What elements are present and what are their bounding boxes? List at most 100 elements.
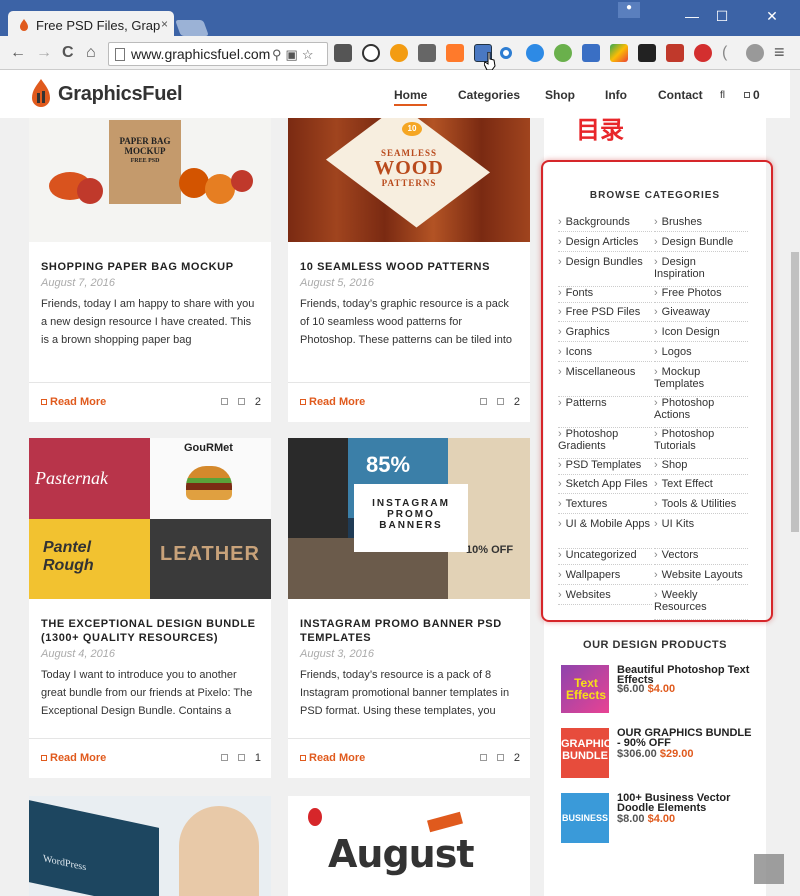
- category-link[interactable]: PSD Templates: [558, 459, 652, 475]
- extension-icon[interactable]: [390, 44, 408, 62]
- read-more-link[interactable]: Read More: [41, 752, 106, 764]
- extension-icon[interactable]: [526, 44, 544, 62]
- post-title[interactable]: SHOPPING PAPER BAG MOCKUP: [29, 260, 271, 274]
- category-link[interactable]: Text Effect: [654, 478, 748, 494]
- site-logo[interactable]: GraphicsFuel: [30, 79, 183, 109]
- cart-button[interactable]: 0: [744, 88, 760, 102]
- category-link[interactable]: Weekly Resources: [654, 589, 748, 620]
- product-name[interactable]: OUR GRAPHICS BUNDLE - 90% OFF: [617, 728, 757, 749]
- search-toggle-icon[interactable]: fl: [720, 90, 725, 101]
- read-more-link[interactable]: Read More: [300, 752, 365, 764]
- product-thumbnail[interactable]: GRAPHIC BUNDLE: [561, 728, 612, 778]
- category-link[interactable]: Giveaway: [654, 306, 748, 322]
- extension-icon[interactable]: (: [722, 44, 740, 62]
- category-link[interactable]: Website Layouts: [654, 569, 748, 585]
- extension-icon[interactable]: [554, 44, 572, 62]
- comment-count[interactable]: 2: [479, 396, 520, 408]
- user-profile-icon[interactable]: ●: [618, 2, 640, 18]
- extension-icon[interactable]: [418, 44, 436, 62]
- post-image[interactable]: 85% 10% OFF INSTAGRAM PROMO BANNERS: [288, 438, 530, 599]
- window-close-button[interactable]: ✕: [752, 2, 792, 30]
- category-link[interactable]: Design Bundles: [558, 256, 652, 287]
- product-thumbnail[interactable]: BUSINESS: [561, 793, 609, 843]
- translate-icon[interactable]: ▣: [286, 47, 298, 63]
- category-link[interactable]: UI & Mobile Apps: [558, 518, 652, 549]
- category-link[interactable]: Fonts: [558, 287, 652, 303]
- category-link[interactable]: UI Kits: [654, 518, 748, 549]
- nav-categories[interactable]: Categories: [458, 88, 520, 102]
- category-link[interactable]: Icons: [558, 346, 652, 362]
- category-link[interactable]: Photoshop Tutorials: [654, 428, 748, 459]
- new-tab-button[interactable]: [175, 20, 209, 36]
- post-image[interactable]: PAPER BAG MOCKUP FREE PSD: [29, 118, 271, 242]
- power-extension-icon[interactable]: [362, 44, 380, 62]
- post-title[interactable]: 10 SEAMLESS WOOD PATTERNS: [288, 260, 530, 274]
- back-button[interactable]: ←: [10, 44, 26, 62]
- scrollbar-thumb[interactable]: [791, 252, 799, 532]
- browser-menu-icon[interactable]: ≡: [774, 42, 785, 63]
- category-link[interactable]: Textures: [558, 498, 652, 514]
- extension-icon[interactable]: [500, 47, 512, 59]
- category-link[interactable]: Sketch App Files: [558, 478, 652, 494]
- category-link[interactable]: Free Photos: [654, 287, 748, 303]
- comment-count[interactable]: 1: [220, 752, 261, 764]
- product-thumbnail[interactable]: Text Effects: [561, 665, 609, 713]
- category-link[interactable]: Backgrounds: [558, 216, 652, 232]
- pdf-extension-icon[interactable]: [666, 44, 684, 62]
- read-more-link[interactable]: Read More: [41, 396, 106, 408]
- category-link[interactable]: Brushes: [654, 216, 748, 232]
- post-title[interactable]: THE EXCEPTIONAL DESIGN BUNDLE (1300+ QUA…: [29, 617, 271, 645]
- product-item[interactable]: BUSINESS 100+ Business Vector Doodle Ele…: [561, 793, 761, 843]
- nav-home[interactable]: Home: [394, 88, 428, 106]
- category-link[interactable]: Free PSD Files: [558, 306, 652, 322]
- category-link[interactable]: Photoshop Gradients: [558, 428, 652, 459]
- category-link[interactable]: Design Bundle: [654, 236, 748, 252]
- category-link[interactable]: Patterns: [558, 397, 652, 428]
- product-item[interactable]: Text Effects Beautiful Photoshop Text Ef…: [561, 665, 761, 713]
- product-item[interactable]: GRAPHIC BUNDLE OUR GRAPHICS BUNDLE - 90%…: [561, 728, 761, 778]
- post-image[interactable]: WordPress: [29, 796, 271, 896]
- category-link[interactable]: Vectors: [654, 549, 748, 565]
- nav-shop[interactable]: Shop: [545, 88, 575, 102]
- category-link[interactable]: Miscellaneous: [558, 366, 652, 397]
- nav-info[interactable]: Info: [605, 88, 627, 102]
- read-more-link[interactable]: Read More: [300, 396, 365, 408]
- comment-count[interactable]: 2: [479, 752, 520, 764]
- maps-extension-icon[interactable]: [610, 44, 628, 62]
- nav-contact[interactable]: Contact: [658, 88, 703, 102]
- extension-icon[interactable]: [446, 44, 464, 62]
- tab-close-icon[interactable]: ×: [161, 17, 168, 31]
- bookmark-star-icon[interactable]: ☆: [302, 47, 314, 63]
- browser-tab[interactable]: Free PSD Files, Grap ×: [8, 11, 174, 39]
- post-image[interactable]: Pasternak GouRMet Pantel Rough LEATHER: [29, 438, 271, 599]
- category-link[interactable]: Uncategorized: [558, 549, 652, 565]
- extension-icon[interactable]: [582, 44, 600, 62]
- reload-button[interactable]: C: [62, 44, 74, 62]
- post-image[interactable]: 10 SEAMLESS WOOD PATTERNS: [288, 118, 530, 242]
- extension-icon[interactable]: [746, 44, 764, 62]
- post-title[interactable]: INSTAGRAM PROMO BANNER PSD TEMPLATES: [288, 617, 530, 645]
- extension-icon[interactable]: [638, 44, 656, 62]
- home-button[interactable]: ⌂: [86, 44, 96, 62]
- category-link[interactable]: Design Inspiration: [654, 256, 748, 287]
- category-link[interactable]: Design Articles: [558, 236, 652, 252]
- maximize-button[interactable]: ☐: [702, 2, 742, 30]
- category-link[interactable]: Graphics: [558, 326, 652, 342]
- post-image[interactable]: August: [288, 796, 530, 896]
- category-link[interactable]: Logos: [654, 346, 748, 362]
- category-link[interactable]: Icon Design: [654, 326, 748, 342]
- comment-count[interactable]: 2: [220, 396, 261, 408]
- category-link[interactable]: Photoshop Actions: [654, 397, 748, 428]
- category-link[interactable]: Tools & Utilities: [654, 498, 748, 514]
- category-link[interactable]: Mockup Templates: [654, 366, 748, 397]
- category-link[interactable]: Wallpapers: [558, 569, 652, 585]
- adblock-extension-icon[interactable]: [694, 44, 712, 62]
- extension-icon[interactable]: [334, 44, 352, 62]
- product-name[interactable]: 100+ Business Vector Doodle Elements: [617, 793, 757, 814]
- product-name[interactable]: Beautiful Photoshop Text Effects: [617, 665, 757, 686]
- category-link[interactable]: Shop: [654, 459, 748, 475]
- scroll-to-top-button[interactable]: [754, 854, 784, 884]
- search-icon[interactable]: ⚲: [272, 47, 282, 63]
- category-link[interactable]: Websites: [558, 589, 652, 605]
- forward-button[interactable]: →: [36, 44, 52, 62]
